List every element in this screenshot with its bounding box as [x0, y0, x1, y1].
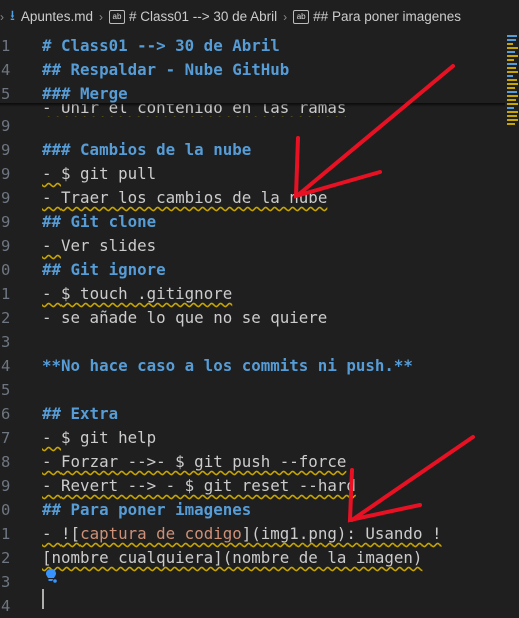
red-arrow-bottom — [347, 435, 475, 523]
red-arrow-top — [293, 64, 455, 199]
annotation-arrows — [293, 64, 475, 523]
